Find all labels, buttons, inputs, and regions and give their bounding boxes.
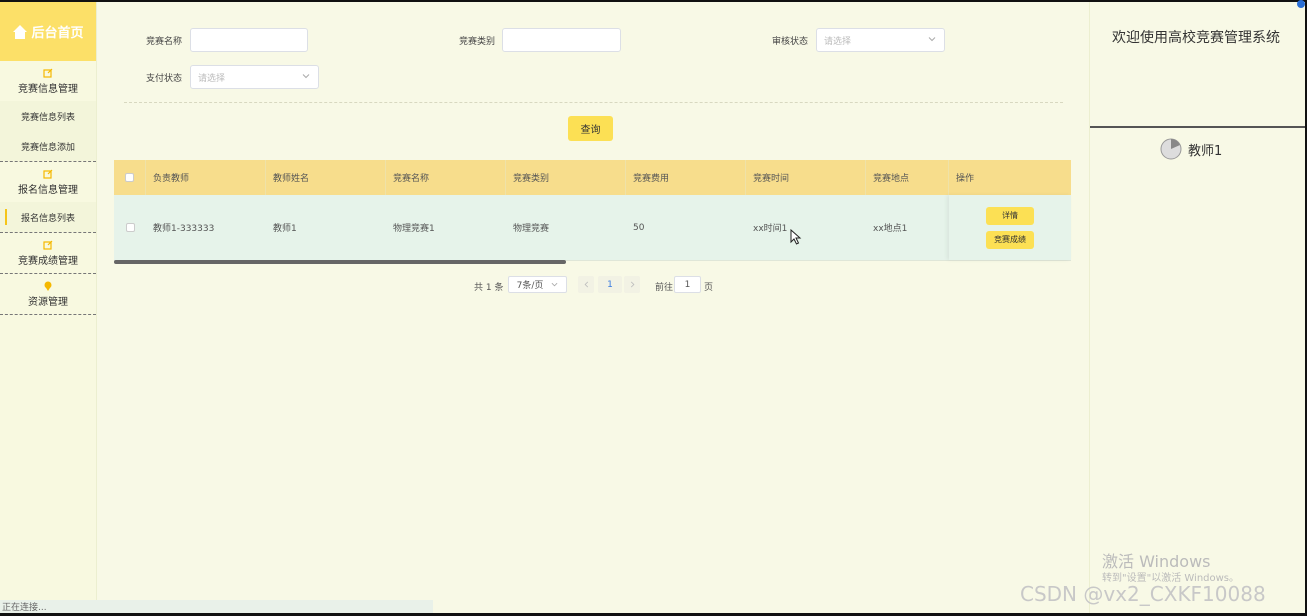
audit-status-select[interactable]: 请选择	[816, 28, 945, 52]
chevron-down-icon	[551, 282, 558, 287]
column-header: 操作	[956, 174, 975, 184]
edit-icon	[43, 169, 53, 179]
menu-head-scores[interactable]: 竞赛成绩管理	[0, 233, 96, 273]
column-header: 竞赛名称	[386, 160, 506, 195]
sidebar-item-registration-list[interactable]: 报名信息列表	[0, 202, 96, 232]
table-cell: 物理竞赛	[513, 224, 550, 234]
competition-name-label: 竞赛名称	[146, 37, 183, 47]
page-number-current[interactable]: 1	[598, 276, 622, 293]
column-header: 竞赛类别	[506, 160, 626, 195]
user-info[interactable]: 教师1	[1160, 138, 1222, 160]
home-icon	[13, 24, 28, 39]
right-panel: 欢迎使用高校竞赛管理系统 教师1 激活 Windows 转到"设置"以激活 Wi…	[1020, 2, 1306, 613]
menu-head-competition[interactable]: 竞赛信息管理	[0, 61, 96, 101]
location-pin-icon	[44, 281, 52, 291]
data-table: 负责教师 教师姓名 竞赛名称 竞赛类别 竞赛费用 竞赛时间 竞赛地点 操作 教师…	[114, 160, 1071, 261]
goto-label: 前往	[655, 283, 674, 293]
table-cell: 物理竞赛1	[393, 224, 435, 234]
competition-name-input[interactable]	[190, 28, 308, 52]
row-checkbox[interactable]	[125, 223, 135, 232]
form-divider	[124, 102, 1063, 103]
column-header: 竞赛费用	[626, 160, 746, 195]
page-suffix: 页	[704, 283, 714, 293]
menu-group-resources: 资源管理	[0, 274, 96, 315]
table-row: 教师1-333333 教师1 物理竞赛1 物理竞赛 50 xx时间1 xx地点1…	[114, 195, 1071, 261]
sidebar-home[interactable]: 后台首页	[0, 2, 96, 61]
page-size-select[interactable]: 7条/页	[508, 276, 567, 293]
chevron-down-icon	[302, 74, 310, 79]
sidebar-home-label: 后台首页	[31, 26, 84, 41]
csdn-watermark: CSDN @vx2_CXKF10088	[1020, 582, 1266, 606]
table-cell: 50	[633, 222, 645, 233]
prev-page-button[interactable]	[578, 276, 594, 293]
menu-head-resources[interactable]: 资源管理	[0, 274, 96, 314]
column-header: 教师姓名	[266, 160, 386, 195]
competition-type-input[interactable]	[502, 28, 621, 52]
table-cell: xx时间1	[753, 224, 788, 234]
audit-status-label: 审核状态	[772, 37, 809, 47]
right-panel-divider	[1090, 126, 1306, 128]
column-header: 竞赛时间	[746, 160, 866, 195]
menu-head-label: 报名信息管理	[18, 184, 78, 196]
table-cell: 教师1	[273, 224, 297, 234]
actions-cell: 详情 竞赛成绩	[949, 195, 1071, 260]
pay-status-label: 支付状态	[146, 74, 183, 84]
next-page-button[interactable]	[624, 276, 640, 293]
table-header: 负责教师 教师姓名 竞赛名称 竞赛类别 竞赛费用 竞赛时间 竞赛地点 操作	[114, 160, 1071, 195]
scores-button[interactable]: 竞赛成绩	[986, 230, 1034, 249]
menu-head-label: 竞赛信息管理	[18, 83, 78, 95]
table-cell: xx地点1	[873, 224, 908, 234]
chevron-down-icon	[928, 37, 936, 42]
horizontal-scrollbar[interactable]	[114, 260, 566, 264]
goto-page-input[interactable]: 1	[674, 276, 701, 293]
sidebar-item-competition-list[interactable]: 竞赛信息列表	[0, 101, 96, 131]
mouse-cursor-icon	[790, 229, 802, 245]
menu-head-label: 竞赛成绩管理	[18, 255, 78, 267]
pagination-total: 共 1 条	[474, 283, 504, 293]
sidebar: 后台首页 竞赛信息管理 竞赛信息列表 竞赛信息添加 报名信息管理 报名信息列表 …	[0, 2, 97, 613]
menu-head-registration[interactable]: 报名信息管理	[0, 162, 96, 202]
menu-group-registration: 报名信息管理 报名信息列表	[0, 162, 96, 233]
detail-button[interactable]: 详情	[986, 206, 1034, 225]
select-all-checkbox[interactable]	[125, 173, 134, 182]
query-button[interactable]: 查询	[568, 116, 613, 141]
pay-status-placeholder: 请选择	[198, 73, 226, 84]
menu-head-label: 资源管理	[28, 296, 68, 308]
welcome-text: 欢迎使用高校竞赛管理系统	[1112, 30, 1280, 46]
menu-group-competition: 竞赛信息管理 竞赛信息列表 竞赛信息添加	[0, 61, 96, 162]
column-header: 竞赛地点	[866, 160, 949, 195]
page-size-value: 7条/页	[516, 281, 544, 291]
table-cell: 教师1-333333	[153, 224, 215, 234]
edit-icon	[43, 240, 53, 250]
competition-type-label: 竞赛类别	[459, 37, 496, 47]
chevron-left-icon	[584, 281, 588, 288]
column-header: 负责教师	[146, 160, 266, 195]
browser-status-bar: 正在连接...	[0, 600, 433, 613]
edit-icon	[43, 68, 53, 78]
pay-status-select[interactable]: 请选择	[190, 65, 319, 89]
row-checkbox-cell	[114, 195, 146, 260]
menu-group-scores: 竞赛成绩管理	[0, 233, 96, 274]
header-checkbox-cell	[114, 160, 146, 195]
avatar-icon	[1160, 138, 1182, 160]
user-name: 教师1	[1188, 143, 1223, 159]
audit-status-placeholder: 请选择	[824, 36, 852, 47]
chevron-right-icon	[630, 281, 634, 288]
sidebar-item-competition-add[interactable]: 竞赛信息添加	[0, 131, 96, 161]
